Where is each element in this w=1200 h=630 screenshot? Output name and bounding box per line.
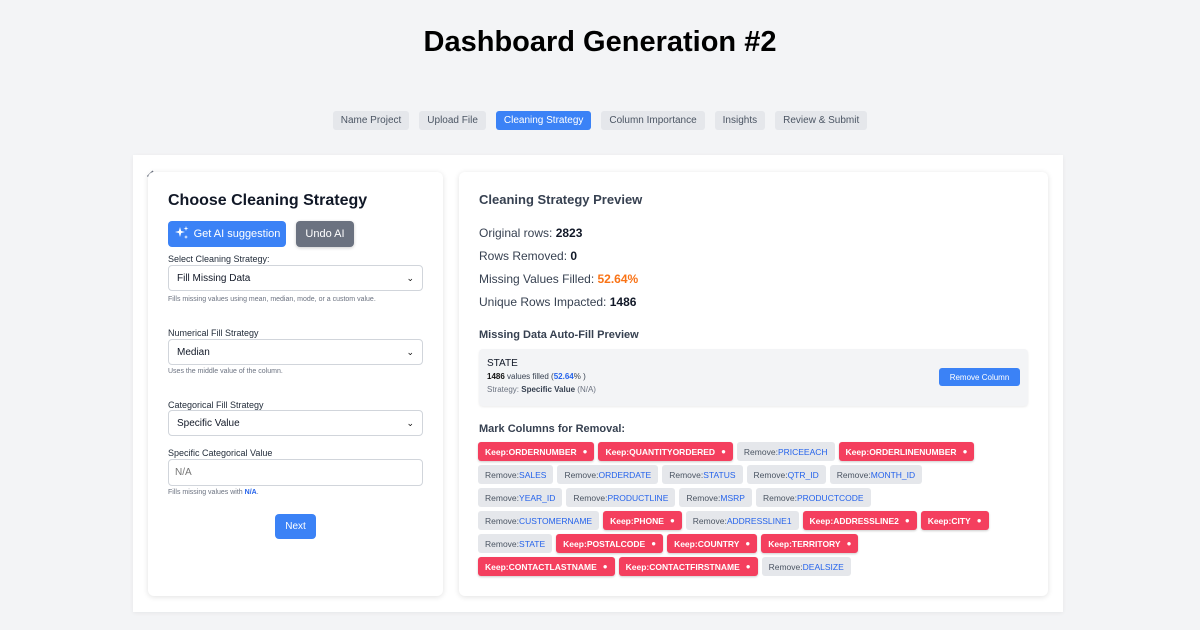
sparkle-icon [174,225,190,244]
preview-panel: Cleaning Strategy Preview Original rows:… [459,172,1048,596]
step-upload-file[interactable]: Upload File [419,111,486,130]
autofill-column-name: STATE [487,358,518,369]
specific-value-help: Fills missing values with N/A. [168,489,259,496]
keep-column-chip-quantityordered[interactable]: Keep: QUANTITYORDERED ● [598,442,733,461]
chip-row: Remove: STATE Keep: POSTALCODE ● Keep: COUN… [478,534,1033,553]
dot-icon: ● [582,447,588,456]
step-insights[interactable]: Insights [714,111,766,130]
numerical-fill-help: Uses the middle value of the column. [168,368,283,375]
keep-column-chip-contactfirstname[interactable]: Keep: CONTACTFIRSTNAME ● [618,557,758,576]
page-title: Dashboard Generation #2 [423,26,777,58]
keep-column-chip-country[interactable]: Keep: COUNTRY ● [667,534,758,553]
remove-column-chip-orderdate[interactable]: Remove: ORDERDATE [557,465,659,484]
keep-column-chip-postalcode[interactable]: Keep: POSTALCODE ● [556,534,664,553]
preview-title: Cleaning Strategy Preview [479,192,643,207]
strategy-select[interactable]: Fill Missing Data ⌄ [168,265,423,291]
keep-column-chip-ordernumber[interactable]: Keep: ORDERNUMBER ● [478,442,595,461]
keep-column-chip-orderlinenumber[interactable]: Keep: ORDERLINENUMBER ● [838,442,975,461]
form-title: Choose Cleaning Strategy [168,192,368,209]
remove-column-chip-year_id[interactable]: Remove: YEAR_ID [478,488,563,507]
remove-column-chip-productline[interactable]: Remove: PRODUCTLINE [566,488,676,507]
autofill-preview-title: Missing Data Auto-Fill Preview [479,329,639,341]
strategy-select-value: Fill Missing Data [177,272,251,284]
keep-column-chip-city[interactable]: Keep: CITY ● [920,511,989,530]
keep-column-chip-addressline2[interactable]: Keep: ADDRESSLINE2 ● [802,511,917,530]
stat-unique-rows-impacted: Unique Rows Impacted: 1486 [479,295,637,309]
autofill-strategy: Strategy: Specific Value (N/A) [487,385,596,394]
dot-icon: ● [976,516,982,525]
dot-icon: ● [745,539,751,548]
keep-column-chip-territory[interactable]: Keep: TERRITORY ● [761,534,859,553]
strategy-form-panel: Choose Cleaning Strategy Get AI suggesti… [148,172,443,596]
dot-icon: ● [602,562,608,571]
chip-row: Remove: SALES Remove: ORDERDATE Remove: ST… [478,465,1033,484]
dot-icon: ● [745,562,751,571]
chip-row: Keep: ORDERNUMBER ● Keep: QUANTITYORDERED ●… [478,442,1033,461]
remove-column-chip-priceeach[interactable]: Remove: PRICEEACH [736,442,835,461]
column-chip-list: Keep: ORDERNUMBER ● Keep: QUANTITYORDERED ●… [478,442,1033,580]
dot-icon: ● [962,447,968,456]
remove-column-chip-dealsize[interactable]: Remove: DEALSIZE [761,557,851,576]
categorical-fill-value: Specific Value [177,417,240,429]
numerical-fill-value: Median [177,346,210,358]
autofill-preview-card: STATE 1486 values filled (52.64% ) Strat… [479,349,1028,406]
chip-row: Keep: CONTACTLASTNAME ● Keep: CONTACTFIRST… [478,557,1033,576]
undo-ai-button[interactable]: Undo AI [296,221,354,247]
strategy-label: Select Cleaning Strategy: [168,254,270,264]
dot-icon: ● [721,447,726,456]
numerical-fill-label: Numerical Fill Strategy [168,328,259,338]
next-button[interactable]: Next [275,514,316,539]
dot-icon: ● [669,516,675,525]
chip-row: Remove: YEAR_ID Remove: PRODUCTLINE Remove… [478,488,1033,507]
remove-column-chip-qtr_id[interactable]: Remove: QTR_ID [746,465,826,484]
step-review-submit[interactable]: Review & Submit [775,111,868,130]
remove-column-chip-productcode[interactable]: Remove: PRODUCTCODE [755,488,871,507]
dot-icon: ● [651,539,657,548]
categorical-fill-label: Categorical Fill Strategy [168,400,264,410]
dot-icon: ● [904,516,910,525]
ai-button-label: Get AI suggestion [193,228,281,240]
chip-row: Remove: CUSTOMERNAME Keep: PHONE ● Remove: … [478,511,1033,530]
remove-column-chip-msrp[interactable]: Remove: MSRP [679,488,752,507]
numerical-fill-select[interactable]: Median ⌄ [168,339,423,365]
keep-column-chip-phone[interactable]: Keep: PHONE ● [603,511,682,530]
remove-column-chip-customername[interactable]: Remove: CUSTOMERNAME [478,511,600,530]
remove-column-chip-addressline1[interactable]: Remove: ADDRESSLINE1 [685,511,799,530]
mark-columns-title: Mark Columns for Removal: [479,423,626,435]
get-ai-suggestion-button[interactable]: Get AI suggestion [168,221,286,247]
chevron-down-icon: ⌄ [406,417,414,428]
remove-column-chip-state[interactable]: Remove: STATE [478,534,553,553]
categorical-fill-select[interactable]: Specific Value ⌄ [168,410,423,436]
remove-column-chip-status[interactable]: Remove: STATUS [662,465,743,484]
stat-original-rows: Original rows: 2823 [479,226,583,240]
remove-column-chip-sales[interactable]: Remove: SALES [478,465,554,484]
strategy-help: Fills missing values using mean, median,… [168,296,376,303]
autofill-filled-count: 1486 values filled (52.64% ) [487,372,586,381]
stat-rows-removed: Rows Removed: 0 [479,249,578,263]
remove-column-chip-month_id[interactable]: Remove: MONTH_ID [829,465,923,484]
chevron-down-icon: ⌄ [406,346,414,357]
remove-column-button[interactable]: Remove Column [939,368,1020,386]
specific-value-input[interactable] [168,459,423,486]
step-name-project[interactable]: Name Project [332,111,410,130]
keep-column-chip-contactlastname[interactable]: Keep: CONTACTLASTNAME ● [478,557,615,576]
step-column-importance[interactable]: Column Importance [601,111,705,130]
step-cleaning-strategy[interactable]: Cleaning Strategy [495,111,592,130]
specific-value-label: Specific Categorical Value [168,448,273,458]
stepper: Name Project Upload File Cleaning Strate… [0,111,1200,130]
stat-missing-filled: Missing Values Filled: 52.64% [479,272,639,286]
dot-icon: ● [846,539,852,548]
chevron-down-icon: ⌄ [406,272,414,283]
